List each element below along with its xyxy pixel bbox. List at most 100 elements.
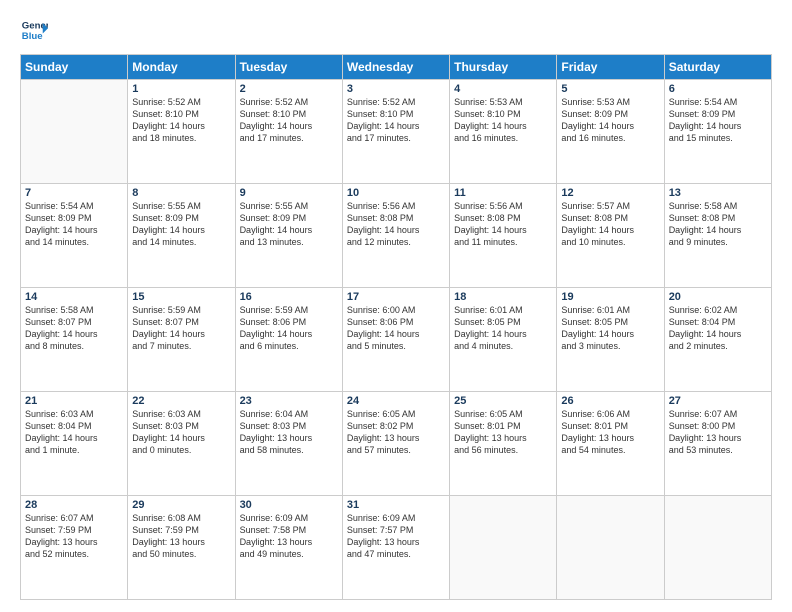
day-number: 17 xyxy=(347,291,445,303)
calendar-cell: 9Sunrise: 5:55 AM Sunset: 8:09 PM Daylig… xyxy=(235,184,342,288)
calendar-cell: 11Sunrise: 5:56 AM Sunset: 8:08 PM Dayli… xyxy=(450,184,557,288)
calendar-cell: 23Sunrise: 6:04 AM Sunset: 8:03 PM Dayli… xyxy=(235,392,342,496)
day-info: Sunrise: 5:52 AM Sunset: 8:10 PM Dayligh… xyxy=(240,96,338,145)
day-info: Sunrise: 6:07 AM Sunset: 8:00 PM Dayligh… xyxy=(669,408,767,457)
header-row: SundayMondayTuesdayWednesdayThursdayFrid… xyxy=(21,55,772,80)
day-number: 21 xyxy=(25,395,123,407)
day-info: Sunrise: 6:05 AM Sunset: 8:02 PM Dayligh… xyxy=(347,408,445,457)
calendar-cell: 18Sunrise: 6:01 AM Sunset: 8:05 PM Dayli… xyxy=(450,288,557,392)
day-number: 30 xyxy=(240,499,338,511)
calendar-cell: 31Sunrise: 6:09 AM Sunset: 7:57 PM Dayli… xyxy=(342,496,449,600)
day-number: 28 xyxy=(25,499,123,511)
calendar-cell xyxy=(21,80,128,184)
day-info: Sunrise: 5:58 AM Sunset: 8:08 PM Dayligh… xyxy=(669,200,767,249)
day-number: 18 xyxy=(454,291,552,303)
calendar-cell: 30Sunrise: 6:09 AM Sunset: 7:58 PM Dayli… xyxy=(235,496,342,600)
day-number: 16 xyxy=(240,291,338,303)
calendar-cell: 1Sunrise: 5:52 AM Sunset: 8:10 PM Daylig… xyxy=(128,80,235,184)
calendar-week: 28Sunrise: 6:07 AM Sunset: 7:59 PM Dayli… xyxy=(21,496,772,600)
calendar-cell: 17Sunrise: 6:00 AM Sunset: 8:06 PM Dayli… xyxy=(342,288,449,392)
day-info: Sunrise: 5:55 AM Sunset: 8:09 PM Dayligh… xyxy=(132,200,230,249)
day-info: Sunrise: 5:52 AM Sunset: 8:10 PM Dayligh… xyxy=(347,96,445,145)
calendar-cell: 20Sunrise: 6:02 AM Sunset: 8:04 PM Dayli… xyxy=(664,288,771,392)
weekday-header: Monday xyxy=(128,55,235,80)
day-number: 24 xyxy=(347,395,445,407)
calendar-cell: 15Sunrise: 5:59 AM Sunset: 8:07 PM Dayli… xyxy=(128,288,235,392)
weekday-header: Tuesday xyxy=(235,55,342,80)
day-number: 12 xyxy=(561,187,659,199)
calendar-cell: 3Sunrise: 5:52 AM Sunset: 8:10 PM Daylig… xyxy=(342,80,449,184)
day-number: 25 xyxy=(454,395,552,407)
weekday-header: Sunday xyxy=(21,55,128,80)
calendar-cell: 29Sunrise: 6:08 AM Sunset: 7:59 PM Dayli… xyxy=(128,496,235,600)
calendar-week: 1Sunrise: 5:52 AM Sunset: 8:10 PM Daylig… xyxy=(21,80,772,184)
calendar-cell: 25Sunrise: 6:05 AM Sunset: 8:01 PM Dayli… xyxy=(450,392,557,496)
weekday-header: Friday xyxy=(557,55,664,80)
day-info: Sunrise: 6:03 AM Sunset: 8:03 PM Dayligh… xyxy=(132,408,230,457)
day-info: Sunrise: 6:06 AM Sunset: 8:01 PM Dayligh… xyxy=(561,408,659,457)
day-number: 6 xyxy=(669,83,767,95)
calendar-week: 7Sunrise: 5:54 AM Sunset: 8:09 PM Daylig… xyxy=(21,184,772,288)
day-info: Sunrise: 6:07 AM Sunset: 7:59 PM Dayligh… xyxy=(25,512,123,561)
calendar-cell: 22Sunrise: 6:03 AM Sunset: 8:03 PM Dayli… xyxy=(128,392,235,496)
day-info: Sunrise: 5:52 AM Sunset: 8:10 PM Dayligh… xyxy=(132,96,230,145)
day-info: Sunrise: 5:54 AM Sunset: 8:09 PM Dayligh… xyxy=(669,96,767,145)
calendar-cell: 8Sunrise: 5:55 AM Sunset: 8:09 PM Daylig… xyxy=(128,184,235,288)
calendar-cell xyxy=(664,496,771,600)
day-number: 1 xyxy=(132,83,230,95)
calendar-week: 14Sunrise: 5:58 AM Sunset: 8:07 PM Dayli… xyxy=(21,288,772,392)
day-info: Sunrise: 5:56 AM Sunset: 8:08 PM Dayligh… xyxy=(347,200,445,249)
logo-icon: General Blue xyxy=(20,16,48,44)
calendar-cell: 24Sunrise: 6:05 AM Sunset: 8:02 PM Dayli… xyxy=(342,392,449,496)
day-number: 22 xyxy=(132,395,230,407)
calendar-cell: 27Sunrise: 6:07 AM Sunset: 8:00 PM Dayli… xyxy=(664,392,771,496)
calendar-cell: 10Sunrise: 5:56 AM Sunset: 8:08 PM Dayli… xyxy=(342,184,449,288)
calendar-table: SundayMondayTuesdayWednesdayThursdayFrid… xyxy=(20,54,772,600)
calendar-cell: 28Sunrise: 6:07 AM Sunset: 7:59 PM Dayli… xyxy=(21,496,128,600)
day-number: 19 xyxy=(561,291,659,303)
day-number: 29 xyxy=(132,499,230,511)
calendar-cell: 21Sunrise: 6:03 AM Sunset: 8:04 PM Dayli… xyxy=(21,392,128,496)
day-info: Sunrise: 6:05 AM Sunset: 8:01 PM Dayligh… xyxy=(454,408,552,457)
calendar-cell: 19Sunrise: 6:01 AM Sunset: 8:05 PM Dayli… xyxy=(557,288,664,392)
svg-text:Blue: Blue xyxy=(22,31,43,42)
day-number: 20 xyxy=(669,291,767,303)
weekday-header: Saturday xyxy=(664,55,771,80)
calendar-cell xyxy=(450,496,557,600)
calendar-cell: 12Sunrise: 5:57 AM Sunset: 8:08 PM Dayli… xyxy=(557,184,664,288)
calendar-cell: 13Sunrise: 5:58 AM Sunset: 8:08 PM Dayli… xyxy=(664,184,771,288)
day-number: 26 xyxy=(561,395,659,407)
calendar-cell: 5Sunrise: 5:53 AM Sunset: 8:09 PM Daylig… xyxy=(557,80,664,184)
day-info: Sunrise: 6:02 AM Sunset: 8:04 PM Dayligh… xyxy=(669,304,767,353)
calendar-cell: 26Sunrise: 6:06 AM Sunset: 8:01 PM Dayli… xyxy=(557,392,664,496)
day-info: Sunrise: 6:09 AM Sunset: 7:57 PM Dayligh… xyxy=(347,512,445,561)
day-info: Sunrise: 6:01 AM Sunset: 8:05 PM Dayligh… xyxy=(454,304,552,353)
calendar-cell: 7Sunrise: 5:54 AM Sunset: 8:09 PM Daylig… xyxy=(21,184,128,288)
calendar-week: 21Sunrise: 6:03 AM Sunset: 8:04 PM Dayli… xyxy=(21,392,772,496)
day-info: Sunrise: 5:53 AM Sunset: 8:10 PM Dayligh… xyxy=(454,96,552,145)
day-info: Sunrise: 6:08 AM Sunset: 7:59 PM Dayligh… xyxy=(132,512,230,561)
day-number: 15 xyxy=(132,291,230,303)
day-number: 10 xyxy=(347,187,445,199)
day-number: 13 xyxy=(669,187,767,199)
day-number: 4 xyxy=(454,83,552,95)
day-info: Sunrise: 6:09 AM Sunset: 7:58 PM Dayligh… xyxy=(240,512,338,561)
day-info: Sunrise: 5:54 AM Sunset: 8:09 PM Dayligh… xyxy=(25,200,123,249)
calendar-cell: 16Sunrise: 5:59 AM Sunset: 8:06 PM Dayli… xyxy=(235,288,342,392)
day-number: 2 xyxy=(240,83,338,95)
day-info: Sunrise: 5:57 AM Sunset: 8:08 PM Dayligh… xyxy=(561,200,659,249)
day-info: Sunrise: 6:00 AM Sunset: 8:06 PM Dayligh… xyxy=(347,304,445,353)
day-number: 9 xyxy=(240,187,338,199)
day-number: 3 xyxy=(347,83,445,95)
day-number: 5 xyxy=(561,83,659,95)
day-info: Sunrise: 6:03 AM Sunset: 8:04 PM Dayligh… xyxy=(25,408,123,457)
day-number: 27 xyxy=(669,395,767,407)
calendar-page: General Blue SundayMondayTuesdayWednesda… xyxy=(0,0,792,612)
day-info: Sunrise: 5:58 AM Sunset: 8:07 PM Dayligh… xyxy=(25,304,123,353)
weekday-header: Wednesday xyxy=(342,55,449,80)
day-info: Sunrise: 6:04 AM Sunset: 8:03 PM Dayligh… xyxy=(240,408,338,457)
calendar-cell: 14Sunrise: 5:58 AM Sunset: 8:07 PM Dayli… xyxy=(21,288,128,392)
calendar-cell: 4Sunrise: 5:53 AM Sunset: 8:10 PM Daylig… xyxy=(450,80,557,184)
day-number: 8 xyxy=(132,187,230,199)
day-number: 23 xyxy=(240,395,338,407)
